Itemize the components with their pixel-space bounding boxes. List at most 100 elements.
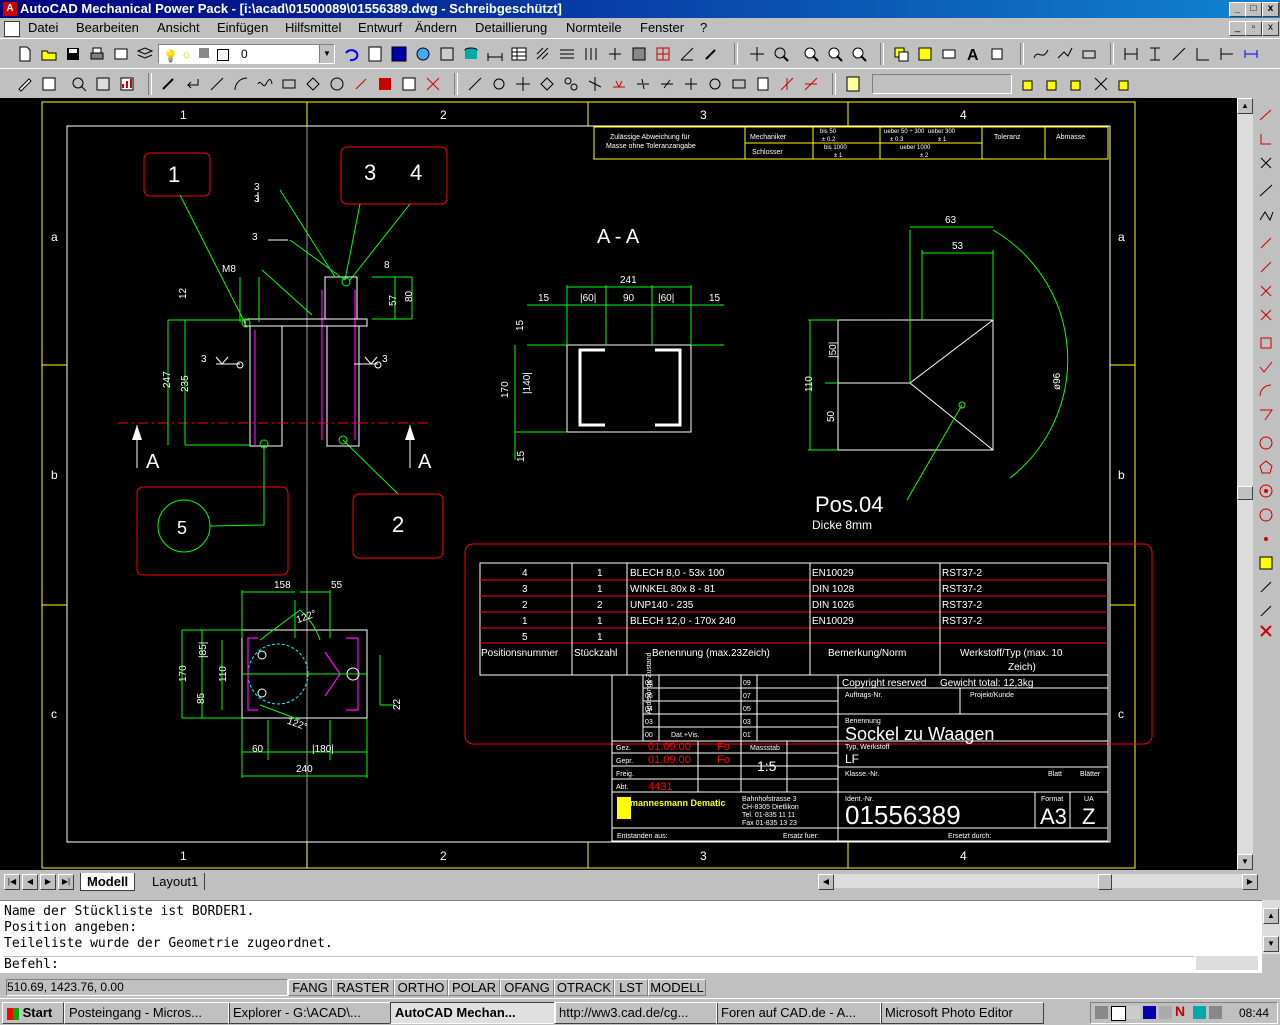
paste-icon[interactable] bbox=[916, 45, 934, 63]
check-icon[interactable] bbox=[1257, 358, 1275, 376]
cross-icon[interactable] bbox=[1257, 154, 1275, 172]
eraser-icon[interactable] bbox=[1080, 45, 1098, 63]
menu-detaillierung[interactable]: Detaillierung bbox=[475, 20, 547, 35]
undo-icon[interactable] bbox=[342, 45, 360, 63]
last-tab-icon[interactable]: ▶| bbox=[58, 874, 74, 890]
task-autocad[interactable]: AutoCAD Mechan... bbox=[390, 1002, 556, 1024]
preview-icon[interactable] bbox=[112, 45, 130, 63]
modify-icon[interactable] bbox=[16, 75, 34, 93]
autocad-icon[interactable]: A bbox=[3, 2, 17, 16]
fillet-icon[interactable] bbox=[682, 75, 700, 93]
dim-style-icon[interactable] bbox=[1242, 45, 1260, 63]
task-browser[interactable]: http://ww3.cad.de/cg... bbox=[554, 1002, 718, 1024]
print-icon[interactable] bbox=[88, 45, 106, 63]
mode-otrack[interactable]: OTRACK bbox=[554, 979, 614, 996]
zoom-previous-icon[interactable] bbox=[826, 45, 844, 63]
box-icon[interactable] bbox=[1257, 334, 1275, 352]
block-icon[interactable] bbox=[630, 45, 648, 63]
layers-icon[interactable] bbox=[136, 45, 154, 63]
break-icon[interactable] bbox=[634, 75, 652, 93]
mode-raster[interactable]: RASTER bbox=[332, 979, 394, 996]
corner-icon[interactable] bbox=[1257, 130, 1275, 148]
menu-help[interactable]: ? bbox=[700, 20, 707, 35]
curve-icon[interactable] bbox=[1056, 45, 1074, 63]
attribute-icon[interactable] bbox=[1092, 75, 1110, 93]
angle-icon[interactable] bbox=[678, 45, 696, 63]
dim-linear-icon[interactable] bbox=[1122, 45, 1140, 63]
command-hscrollbar[interactable] bbox=[1196, 956, 1258, 970]
speaker-icon[interactable] bbox=[1209, 1006, 1222, 1019]
circle-icon[interactable] bbox=[328, 75, 346, 93]
region-icon[interactable] bbox=[400, 75, 418, 93]
globe-icon[interactable] bbox=[414, 45, 432, 63]
spline-icon[interactable] bbox=[1032, 45, 1050, 63]
menu-bearbeiten[interactable]: Bearbeiten bbox=[76, 20, 139, 35]
scroll-up-icon[interactable]: ▲ bbox=[1237, 98, 1253, 114]
zoom-extents-icon[interactable] bbox=[850, 45, 868, 63]
rotate-icon[interactable] bbox=[490, 75, 508, 93]
command-vscrollbar[interactable]: ▲ ▼ bbox=[1262, 900, 1280, 954]
task-posteingang[interactable]: Posteingang - Micros... bbox=[64, 1002, 230, 1024]
scroll-left-icon[interactable]: ◀ bbox=[818, 874, 834, 890]
cmd-scroll-up-icon[interactable]: ▲ bbox=[1263, 908, 1279, 924]
doc-restore-button[interactable]: ▫ bbox=[1245, 21, 1262, 36]
x-shape-icon[interactable] bbox=[1257, 282, 1275, 300]
table-icon[interactable] bbox=[510, 45, 528, 63]
pan-icon[interactable] bbox=[748, 45, 766, 63]
hatch-fill-icon[interactable] bbox=[376, 75, 394, 93]
menu-datei[interactable]: Datei bbox=[28, 20, 58, 35]
start-button[interactable]: Start bbox=[2, 1002, 64, 1024]
table-insert-icon[interactable] bbox=[1116, 75, 1134, 93]
scroll-right-icon[interactable]: ▶ bbox=[1242, 874, 1258, 890]
grid-icon[interactable] bbox=[654, 45, 672, 63]
next-tab-icon[interactable]: ▶ bbox=[40, 874, 56, 890]
mline-icon[interactable] bbox=[558, 45, 576, 63]
slope-icon[interactable] bbox=[1257, 182, 1275, 200]
slash-icon[interactable] bbox=[1257, 578, 1275, 596]
line-tool-icon[interactable] bbox=[1257, 106, 1275, 124]
zigzag-icon[interactable] bbox=[1257, 206, 1275, 224]
array-icon[interactable] bbox=[582, 45, 600, 63]
drawing-vscrollbar[interactable]: ▲ ▼ bbox=[1237, 98, 1253, 870]
properties-icon[interactable] bbox=[366, 45, 384, 63]
block-edit-icon[interactable] bbox=[1044, 75, 1062, 93]
pen-icon[interactable] bbox=[702, 45, 720, 63]
scale-icon[interactable] bbox=[538, 75, 556, 93]
drawing-canvas[interactable]: 1 2 3 4 1 2 3 4 a b c a b c Zulässige Ab… bbox=[0, 98, 1237, 870]
find-icon[interactable] bbox=[70, 75, 88, 93]
mode-modell[interactable]: MODELL bbox=[648, 979, 706, 996]
task-photo-editor[interactable]: Microsoft Photo Editor bbox=[880, 1002, 1044, 1024]
tray-icon[interactable] bbox=[1111, 1006, 1126, 1021]
drawing-svg[interactable]: 1 2 3 4 1 2 3 4 a b c a b c Zulässige Ab… bbox=[0, 98, 1237, 870]
target-icon[interactable] bbox=[1257, 482, 1275, 500]
move-icon[interactable] bbox=[466, 75, 484, 93]
align-icon[interactable] bbox=[802, 75, 820, 93]
tray-icon[interactable] bbox=[1193, 1006, 1206, 1019]
design-center-icon[interactable] bbox=[390, 45, 408, 63]
open-icon[interactable] bbox=[40, 45, 58, 63]
menu-normteile[interactable]: Normteile bbox=[566, 20, 622, 35]
n-icon[interactable]: N bbox=[1175, 1003, 1185, 1019]
hatch-icon[interactable] bbox=[534, 45, 552, 63]
menu-einfuegen[interactable]: Einfügen bbox=[217, 20, 268, 35]
notes-icon[interactable] bbox=[844, 75, 862, 93]
slash2-icon[interactable] bbox=[1257, 602, 1275, 620]
stretch-icon[interactable] bbox=[562, 75, 580, 93]
text-edit-icon[interactable] bbox=[988, 45, 1006, 63]
new-icon[interactable] bbox=[16, 45, 34, 63]
arc3-icon[interactable] bbox=[1257, 506, 1275, 524]
text-icon[interactable]: A bbox=[964, 45, 982, 63]
task-foren[interactable]: Foren auf CAD.de - A... bbox=[716, 1002, 882, 1024]
arc-tool-icon[interactable] bbox=[1257, 382, 1275, 400]
doc-minimize-button[interactable]: _ bbox=[1229, 21, 1246, 36]
point-icon[interactable] bbox=[352, 75, 370, 93]
tab-modell[interactable]: Modell bbox=[80, 873, 136, 891]
view-icon[interactable] bbox=[94, 75, 112, 93]
rectangle-icon[interactable] bbox=[940, 45, 958, 63]
mirror-icon[interactable] bbox=[606, 45, 624, 63]
layer-control[interactable]: 💡 ☼ 0 ▼ bbox=[158, 44, 335, 64]
lengthen-icon[interactable] bbox=[778, 75, 796, 93]
dim-baseline-icon[interactable] bbox=[1194, 45, 1212, 63]
prev-tab-icon[interactable]: ◀ bbox=[22, 874, 38, 890]
command-prompt[interactable]: Befehl: bbox=[4, 956, 1194, 973]
